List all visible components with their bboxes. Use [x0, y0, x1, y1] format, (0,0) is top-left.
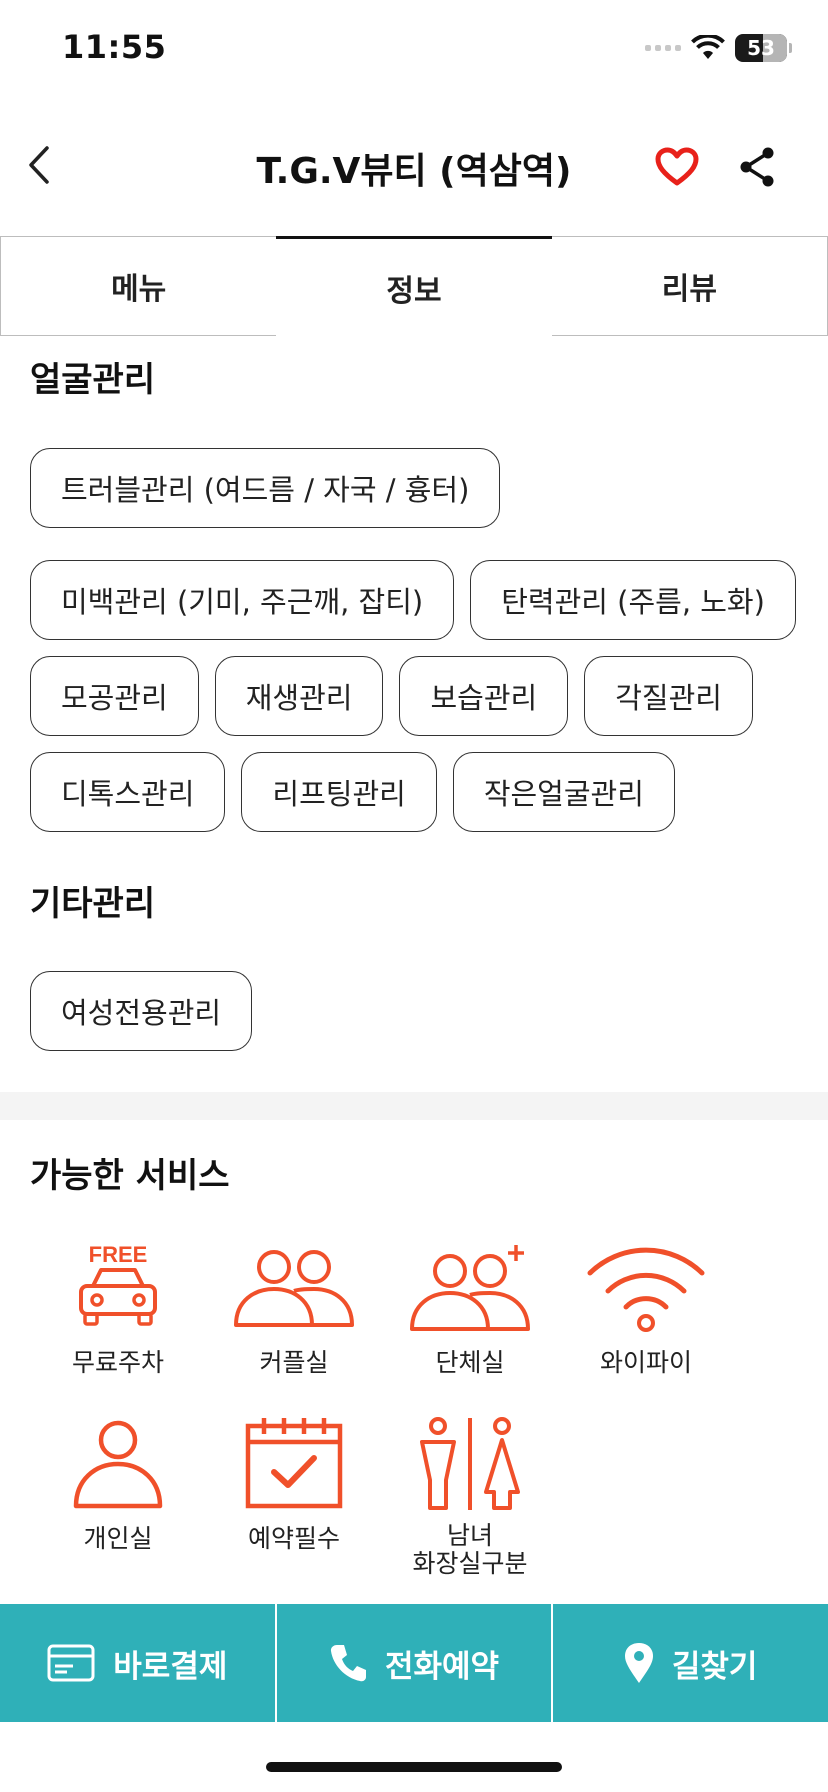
- service-label: 남녀 화장실구분: [412, 1521, 528, 1578]
- section-divider: [0, 1092, 828, 1120]
- chip-exfoliation-care[interactable]: 각질관리: [584, 656, 753, 736]
- tab-info[interactable]: 정보: [276, 236, 552, 336]
- credit-card-icon: [47, 1644, 95, 1682]
- bottom-action-bar: 바로결제 전화예약 길찾기: [0, 1604, 828, 1722]
- service-wifi: 와이파이: [558, 1238, 734, 1414]
- wifi-status-icon: [691, 35, 725, 59]
- status-time: 11:55: [62, 28, 167, 66]
- service-reservation-required: 예약필수: [206, 1414, 382, 1590]
- reservation-required-icon: [245, 1418, 343, 1509]
- chip-pore-care[interactable]: 모공관리: [30, 656, 199, 736]
- other-care-chips: 여성전용관리: [30, 971, 810, 1051]
- service-separate-restroom: 남녀 화장실구분: [382, 1414, 558, 1590]
- service-couple-room: 커플실: [206, 1238, 382, 1414]
- phone-reservation-button[interactable]: 전화예약: [274, 1604, 552, 1722]
- face-care-title: 얼굴관리: [30, 360, 156, 400]
- wifi-icon: [587, 1247, 705, 1332]
- service-label: 무료주차: [71, 1348, 164, 1377]
- battery-level: 53: [747, 36, 775, 60]
- chip-women-only-care[interactable]: 여성전용관리: [30, 971, 253, 1051]
- phone-reservation-label: 전화예약: [384, 1648, 500, 1685]
- share-icon: [740, 147, 774, 187]
- tab-bar: 메뉴 정보 리뷰: [0, 236, 828, 336]
- other-care-title: 기타관리: [30, 884, 156, 924]
- service-group-room: 단체실: [382, 1238, 558, 1414]
- chip-lifting-care[interactable]: 리프팅관리: [241, 752, 437, 832]
- tab-menu[interactable]: 메뉴: [0, 236, 277, 336]
- phone-icon: [330, 1645, 366, 1682]
- service-label: 개인실: [83, 1524, 153, 1553]
- chip-elasticity-care[interactable]: 탄력관리 (주름, 노화): [470, 560, 796, 640]
- group-room-icon: [410, 1245, 530, 1331]
- face-care-chips: 트러블관리 (여드름 / 자국 / 흉터) 미백관리 (기미, 주근깨, 잡티)…: [30, 448, 810, 832]
- chip-detox-care[interactable]: 디톡스관리: [30, 752, 226, 832]
- service-free-parking: FREE 무료주차: [30, 1238, 206, 1414]
- chip-whitening-care[interactable]: 미백관리 (기미, 주근깨, 잡티): [30, 560, 455, 640]
- private-room-icon: [73, 1420, 163, 1509]
- service-private-room: 개인실: [30, 1414, 206, 1590]
- battery-cap: [789, 43, 792, 53]
- home-indicator[interactable]: [266, 1762, 562, 1772]
- services-grid: FREE 무료주차 커플실 단체실 와이파이 개인실 예약필수 남녀 화장실구분: [30, 1238, 770, 1590]
- service-label: 커플실: [259, 1348, 329, 1377]
- location-pin-icon: [624, 1643, 653, 1683]
- instant-pay-label: 바로결제: [113, 1648, 228, 1685]
- separate-restroom-icon: [420, 1417, 520, 1510]
- chip-regeneration-care[interactable]: 재생관리: [214, 656, 384, 736]
- directions-label: 길찾기: [671, 1648, 758, 1685]
- couple-room-icon: [234, 1250, 354, 1327]
- heart-icon: [655, 147, 699, 186]
- status-bar: 11:55 53: [0, 0, 828, 100]
- chip-trouble-care[interactable]: 트러블관리 (여드름 / 자국 / 흉터): [30, 448, 501, 528]
- page-title: T.G.V뷰티 (역삼역): [256, 151, 572, 192]
- service-label: 와이파이: [599, 1348, 692, 1377]
- cellular-signal-icon: [645, 45, 681, 51]
- chip-small-face-care[interactable]: 작은얼굴관리: [452, 752, 675, 832]
- battery-icon: 53: [735, 34, 787, 62]
- favorite-button[interactable]: [652, 142, 702, 192]
- services-title: 가능한 서비스: [30, 1156, 230, 1196]
- directions-button[interactable]: 길찾기: [551, 1604, 828, 1722]
- service-label: 단체실: [435, 1348, 505, 1377]
- chip-moisture-care[interactable]: 보습관리: [399, 656, 569, 736]
- header: T.G.V뷰티 (역삼역): [0, 120, 828, 210]
- share-button[interactable]: [732, 142, 782, 192]
- service-label: 예약필수: [247, 1524, 340, 1553]
- free-badge-text: FREE: [89, 1242, 148, 1267]
- instant-pay-button[interactable]: 바로결제: [0, 1604, 275, 1722]
- tab-reviews[interactable]: 리뷰: [551, 236, 828, 336]
- free-parking-icon: FREE: [79, 1242, 157, 1326]
- status-indicators: 53: [645, 34, 792, 62]
